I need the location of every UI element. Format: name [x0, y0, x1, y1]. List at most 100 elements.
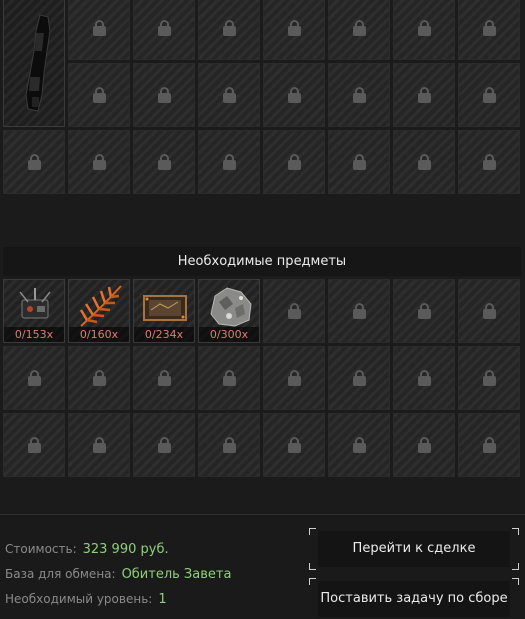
go-to-deal-label: Перейти к сделке: [352, 541, 476, 556]
lock-icon: [353, 20, 366, 36]
ore-rock-icon: [210, 287, 252, 327]
locked-slot: [68, 130, 130, 194]
lock-icon: [158, 437, 171, 453]
lock-icon: [418, 154, 431, 170]
locked-slot: [133, 413, 195, 477]
locked-slot: [133, 63, 195, 127]
locked-slot: [198, 130, 260, 194]
lock-icon: [418, 303, 431, 319]
lock-icon: [158, 20, 171, 36]
locked-slot: [133, 0, 195, 60]
cost-line: Стоимость: 323 990 руб.: [5, 542, 169, 557]
locked-slot: [263, 413, 325, 477]
locked-slot: [393, 63, 455, 127]
locked-slot: [328, 63, 390, 127]
lock-icon: [93, 437, 106, 453]
locked-slot: [458, 63, 520, 127]
item-count: 0/234x: [134, 327, 194, 342]
lock-icon: [418, 370, 431, 386]
set-task-label: Поставить задачу по сборе: [320, 591, 508, 606]
locked-slot: [328, 279, 390, 343]
result-item-slot[interactable]: [3, 0, 65, 127]
craft-footer: Стоимость: 323 990 руб. База для обмена: О…: [0, 514, 525, 619]
lock-icon: [223, 20, 236, 36]
locked-slot: [263, 63, 325, 127]
required-item-slot[interactable]: 0/153x: [3, 279, 65, 343]
level-line: Необходимый уровень: 1: [5, 592, 167, 607]
locked-slot: [68, 413, 130, 477]
radio-device-icon: [19, 288, 51, 319]
lock-icon: [288, 303, 301, 319]
lock-icon: [418, 87, 431, 103]
locked-slot: [393, 0, 455, 60]
set-task-button[interactable]: Поставить задачу по сборе: [309, 578, 519, 617]
locked-slot: [393, 413, 455, 477]
lock-icon: [483, 303, 496, 319]
locked-slot: [458, 413, 520, 477]
locked-slot: [393, 130, 455, 194]
locked-slot: [68, 63, 130, 127]
locked-slot: [198, 63, 260, 127]
lock-icon: [353, 437, 366, 453]
lock-icon: [223, 370, 236, 386]
lock-icon: [483, 370, 496, 386]
locked-slot: [263, 346, 325, 410]
lock-icon: [483, 87, 496, 103]
locked-slot: [328, 0, 390, 60]
lock-icon: [483, 20, 496, 36]
lock-icon: [28, 370, 41, 386]
required-item-slot[interactable]: 0/160x: [68, 279, 130, 343]
locked-slot: [133, 130, 195, 194]
lock-icon: [93, 87, 106, 103]
lock-icon: [418, 437, 431, 453]
lock-icon: [158, 370, 171, 386]
locked-slot: [3, 413, 65, 477]
locked-slot: [458, 0, 520, 60]
fern-leaf-icon: [79, 285, 122, 327]
cost-value: 323 990 руб.: [82, 542, 169, 557]
locked-slot: [328, 130, 390, 194]
locked-slot: [393, 279, 455, 343]
level-label: Необходимый уровень:: [5, 592, 153, 606]
lock-icon: [223, 437, 236, 453]
base-label: База для обмена:: [5, 567, 116, 581]
item-count: 0/160x: [69, 327, 129, 342]
locked-slot: [198, 346, 260, 410]
lock-icon: [223, 87, 236, 103]
locked-slot: [68, 0, 130, 60]
lock-icon: [353, 154, 366, 170]
required-items-title: Необходимые предметы: [3, 247, 521, 276]
lock-icon: [28, 437, 41, 453]
locked-slot: [198, 0, 260, 60]
lock-icon: [93, 154, 106, 170]
result-grid: [3, 0, 520, 194]
lock-icon: [418, 20, 431, 36]
base-value: Обитель Завета: [121, 567, 232, 582]
go-to-deal-button[interactable]: Перейти к сделке: [309, 528, 519, 570]
locked-slot: [458, 279, 520, 343]
item-count: 0/153x: [4, 327, 64, 342]
locked-slot: [198, 413, 260, 477]
lock-icon: [483, 437, 496, 453]
lock-icon: [28, 154, 41, 170]
locked-slot: [263, 130, 325, 194]
lock-icon: [353, 87, 366, 103]
item-count: 0/300x: [199, 327, 259, 342]
locked-slot: [3, 130, 65, 194]
locked-slot: [133, 346, 195, 410]
lock-icon: [288, 437, 301, 453]
lock-icon: [93, 20, 106, 36]
lock-icon: [223, 154, 236, 170]
locked-slot: [393, 346, 455, 410]
locked-slot: [328, 346, 390, 410]
locked-slot: [68, 346, 130, 410]
required-item-slot[interactable]: 0/300x: [198, 279, 260, 343]
locked-slot: [328, 413, 390, 477]
locked-slot: [3, 346, 65, 410]
locked-slot: [458, 130, 520, 194]
required-item-slot[interactable]: 0/234x: [133, 279, 195, 343]
locked-slot: [458, 346, 520, 410]
lock-icon: [483, 154, 496, 170]
lock-icon: [93, 370, 106, 386]
cost-label: Стоимость:: [5, 542, 77, 556]
